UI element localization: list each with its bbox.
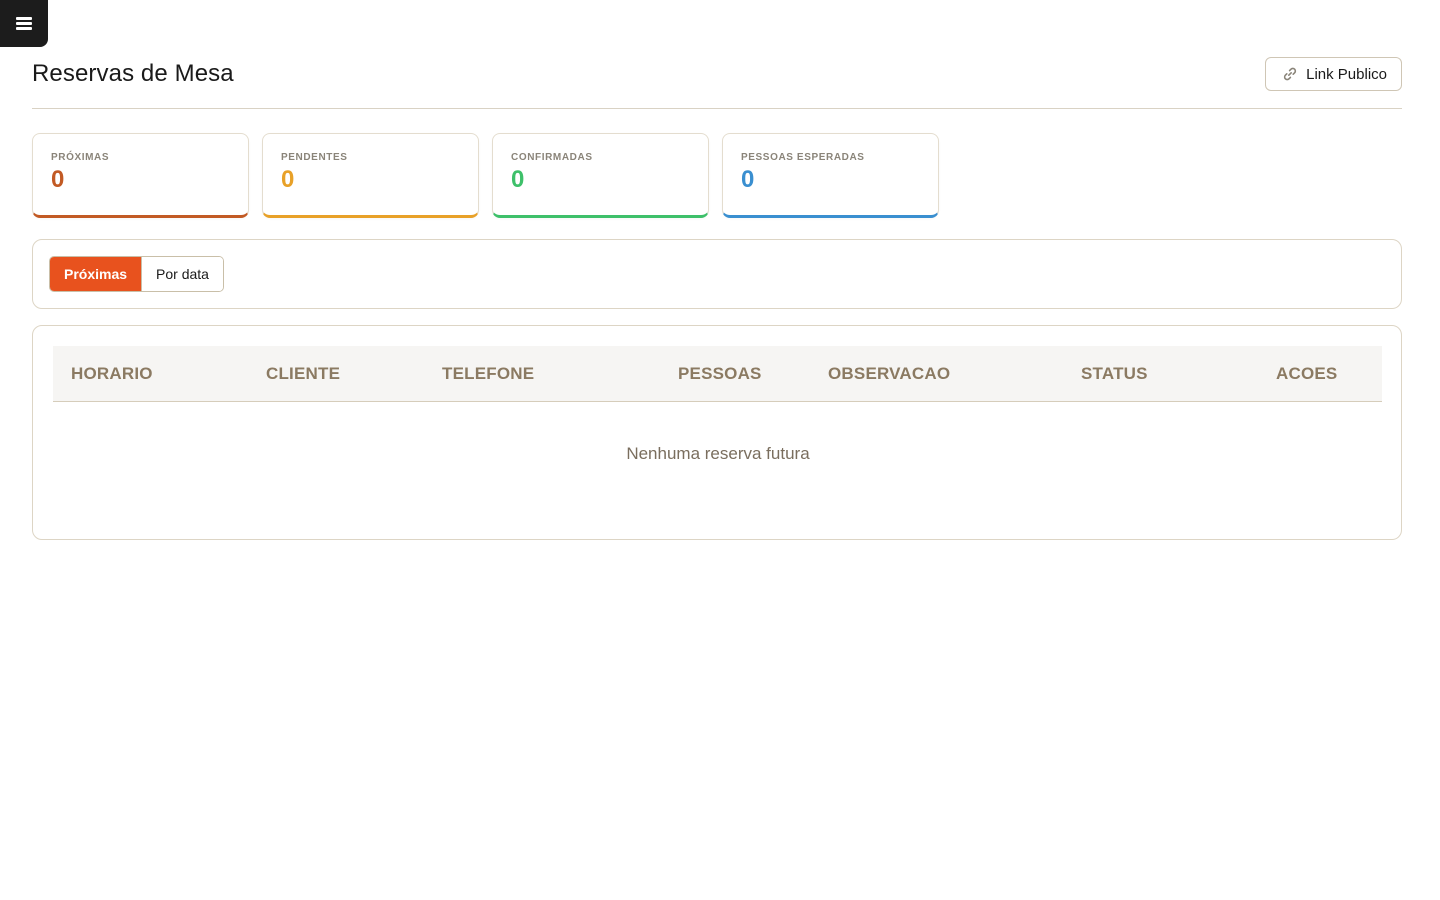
tab-proximas[interactable]: Próximas [50, 257, 142, 291]
empty-state-message: Nenhuma reserva futura [626, 444, 810, 463]
column-header-status[interactable]: STATUS [1081, 346, 1148, 402]
link-icon [1282, 66, 1298, 82]
stats-row: PRÓXIMAS 0 PENDENTES 0 CONFIRMADAS 0 PES… [32, 133, 939, 218]
reservations-table: HORARIO CLIENTE TELEFONE PESSOAS OBSERVA… [32, 325, 1402, 540]
stat-value: 0 [511, 166, 525, 193]
column-header-cliente[interactable]: CLIENTE [266, 346, 340, 402]
stat-value: 0 [281, 166, 295, 193]
table-header: HORARIO CLIENTE TELEFONE PESSOAS OBSERVA… [53, 346, 1382, 402]
stat-value: 0 [741, 166, 755, 193]
stat-card-confirmadas: CONFIRMADAS 0 [492, 133, 709, 218]
hamburger-menu-icon [16, 17, 32, 30]
stat-card-pessoas-esperadas: PESSOAS ESPERADAS 0 [722, 133, 939, 218]
page-title: Reservas de Mesa [32, 60, 234, 87]
page-content: Reservas de Mesa Link Publico PRÓXIMAS 0… [32, 0, 1402, 540]
stat-card-pendentes: PENDENTES 0 [262, 133, 479, 218]
column-header-telefone[interactable]: TELEFONE [442, 346, 534, 402]
column-header-horario[interactable]: HORARIO [71, 346, 153, 402]
filter-panel: Próximas Por data [32, 239, 1402, 309]
stat-label: PENDENTES [281, 152, 348, 163]
column-header-observacao[interactable]: OBSERVACAO [828, 346, 950, 402]
column-header-acoes[interactable]: ACOES [1276, 346, 1337, 402]
tab-por-data[interactable]: Por data [141, 257, 223, 291]
public-link-button[interactable]: Link Publico [1265, 57, 1402, 91]
column-header-pessoas[interactable]: PESSOAS [678, 346, 762, 402]
view-toggle: Próximas Por data [49, 256, 224, 292]
stat-card-proximas: PRÓXIMAS 0 [32, 133, 249, 218]
stat-label: CONFIRMADAS [511, 152, 593, 163]
stat-value: 0 [51, 166, 65, 193]
page-header: Reservas de Mesa Link Publico [32, 0, 1402, 109]
stat-label: PESSOAS ESPERADAS [741, 152, 865, 163]
public-link-label: Link Publico [1306, 65, 1387, 83]
stat-label: PRÓXIMAS [51, 152, 110, 163]
